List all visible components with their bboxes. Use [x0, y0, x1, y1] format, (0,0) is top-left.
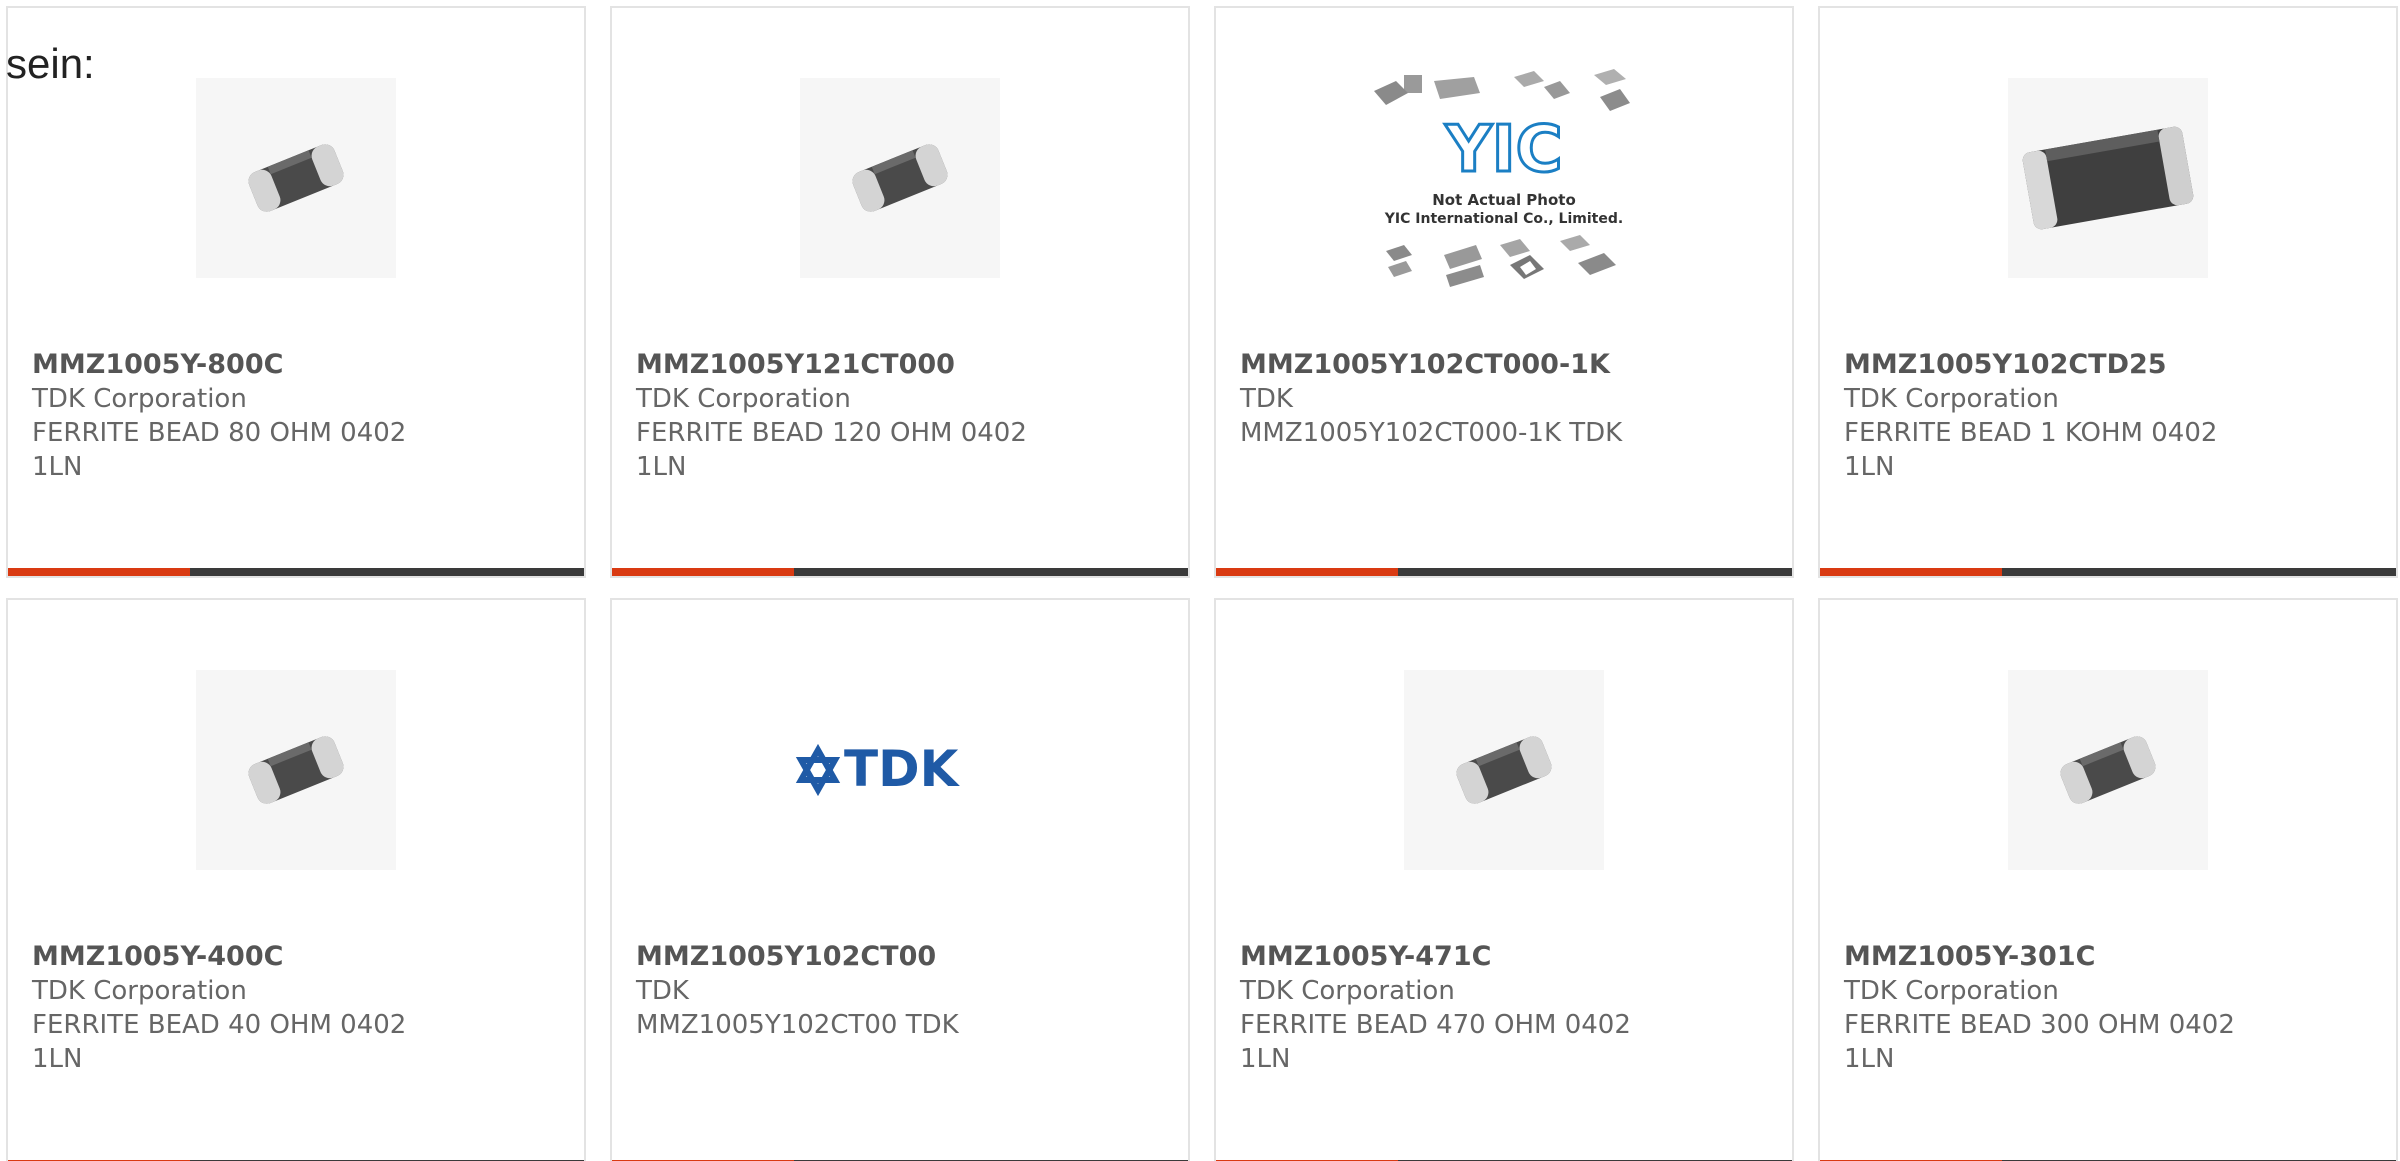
product-image[interactable]	[1216, 650, 1792, 890]
product-card[interactable]: YIC Not Actual Photo YIC International C…	[1214, 6, 1794, 578]
product-image[interactable]	[1820, 58, 2396, 298]
product-manufacturer: TDK Corporation	[1844, 976, 2059, 1006]
product-image[interactable]	[8, 650, 584, 890]
product-card[interactable]: MMZ1005Y121CT000 TDK Corporation FERRITE…	[610, 6, 1190, 578]
ferrite-bead-chip-icon	[248, 736, 344, 804]
card-accent-bar	[8, 568, 190, 576]
product-description: FERRITE BEAD 120 OHM 0402 1LN	[636, 418, 1027, 482]
product-manufacturer: TDK Corporation	[636, 384, 851, 414]
product-description: FERRITE BEAD 300 OHM 0402 1LN	[1844, 1010, 2235, 1074]
product-description: FERRITE BEAD 470 OHM 0402 1LN	[1240, 1010, 1631, 1074]
tdk-emblem-icon	[795, 743, 841, 797]
card-accent-bar	[1216, 568, 1398, 576]
product-manufacturer: TDK Corporation	[1240, 976, 1455, 1006]
product-image[interactable]	[1820, 650, 2396, 890]
ferrite-bead-chip-image	[800, 78, 1000, 278]
product-description: FERRITE BEAD 40 OHM 0402 1LN	[32, 1010, 407, 1074]
product-title[interactable]: MMZ1005Y102CT00	[636, 940, 1164, 974]
not-actual-photo-label: Not Actual Photo	[1432, 191, 1576, 209]
product-description: FERRITE BEAD 80 OHM 0402 1LN	[32, 418, 407, 482]
ferrite-bead-chip-icon	[852, 144, 948, 212]
product-grid: MMZ1005Y-800C TDK Corporation FERRITE BE…	[6, 6, 2398, 1161]
ferrite-bead-chip-image	[196, 78, 396, 278]
ferrite-bead-chip-image	[196, 670, 396, 870]
product-description: MMZ1005Y102CT00 TDK	[636, 1010, 959, 1040]
product-info: MMZ1005Y102CT000-1K TDK MMZ1005Y102CT000…	[1240, 348, 1768, 450]
intro-text: sein:	[6, 40, 95, 87]
ferrite-bead-chip-image	[1404, 670, 1604, 870]
tdk-logo-text: TDK	[844, 740, 961, 798]
product-card[interactable]: MMZ1005Y-301C TDK Corporation FERRITE BE…	[1818, 598, 2398, 1161]
product-info: MMZ1005Y121CT000 TDK Corporation FERRITE…	[636, 348, 1164, 484]
product-info: MMZ1005Y-400C TDK Corporation FERRITE BE…	[32, 940, 560, 1076]
tdk-logo: TDK	[795, 740, 961, 798]
product-title[interactable]: MMZ1005Y-301C	[1844, 940, 2372, 974]
ferrite-bead-chip-icon	[248, 144, 344, 212]
product-card[interactable]: MMZ1005Y102CTD25 TDK Corporation FERRITE…	[1818, 6, 2398, 578]
product-manufacturer: TDK	[636, 976, 689, 1006]
card-accent-bar	[612, 568, 794, 576]
product-title[interactable]: MMZ1005Y102CTD25	[1844, 348, 2372, 382]
product-description: MMZ1005Y102CT000-1K TDK	[1240, 418, 1623, 448]
product-card[interactable]: MMZ1005Y-471C TDK Corporation FERRITE BE…	[1214, 598, 1794, 1161]
product-info: MMZ1005Y102CT00 TDK MMZ1005Y102CT00 TDK	[636, 940, 1164, 1042]
product-info: MMZ1005Y-800C TDK Corporation FERRITE BE…	[32, 348, 560, 484]
yic-company-label: YIC International Co., Limited.	[1384, 211, 1623, 227]
product-info: MMZ1005Y-471C TDK Corporation FERRITE BE…	[1240, 940, 1768, 1076]
product-title[interactable]: MMZ1005Y102CT000-1K	[1240, 348, 1768, 382]
product-card[interactable]: MMZ1005Y-400C TDK Corporation FERRITE BE…	[6, 598, 586, 1161]
product-image[interactable]	[612, 58, 1188, 298]
product-info: MMZ1005Y-301C TDK Corporation FERRITE BE…	[1844, 940, 2372, 1076]
page: MMZ1005Y-800C TDK Corporation FERRITE BE…	[0, 0, 2400, 1161]
ferrite-bead-chip-icon	[2022, 126, 2194, 230]
product-manufacturer: TDK	[1240, 384, 1293, 414]
product-image[interactable]	[8, 58, 584, 298]
ferrite-bead-chip-icon	[2060, 736, 2156, 804]
ferrite-bead-chip-image	[2008, 670, 2208, 870]
card-accent-bar	[1820, 568, 2002, 576]
yic-placeholder-image: YIC Not Actual Photo YIC International C…	[1374, 69, 1630, 287]
product-image[interactable]: TDK	[612, 650, 1188, 890]
product-image[interactable]: YIC Not Actual Photo YIC International C…	[1216, 48, 1792, 308]
product-title[interactable]: MMZ1005Y-471C	[1240, 940, 1768, 974]
yic-logo: YIC	[1444, 113, 1562, 187]
product-description: FERRITE BEAD 1 KOHM 0402 1LN	[1844, 418, 2218, 482]
product-manufacturer: TDK Corporation	[1844, 384, 2059, 414]
product-title[interactable]: MMZ1005Y-400C	[32, 940, 560, 974]
ferrite-bead-chip-icon	[1456, 736, 1552, 804]
product-title[interactable]: MMZ1005Y121CT000	[636, 348, 1164, 382]
component-icon	[1404, 75, 1422, 93]
product-manufacturer: TDK Corporation	[32, 976, 247, 1006]
ferrite-bead-chip-image	[2008, 78, 2208, 278]
product-manufacturer: TDK Corporation	[32, 384, 247, 414]
product-title[interactable]: MMZ1005Y-800C	[32, 348, 560, 382]
product-info: MMZ1005Y102CTD25 TDK Corporation FERRITE…	[1844, 348, 2372, 484]
product-card[interactable]: TDK MMZ1005Y102CT00 TDK MMZ1005Y102CT00 …	[610, 598, 1190, 1161]
